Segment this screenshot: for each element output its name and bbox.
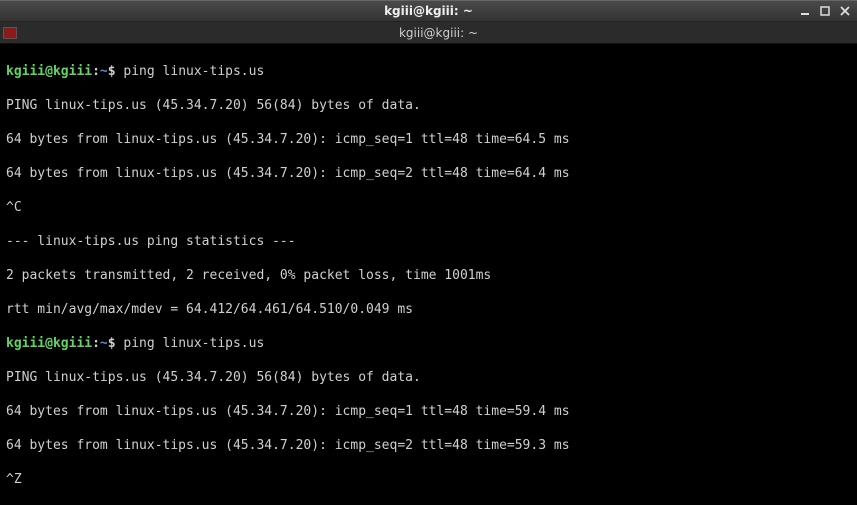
output-line: PING linux-tips.us (45.34.7.20) 56(84) b… [6,97,851,114]
prompt-dollar: $ [108,336,116,351]
output-line: rtt min/avg/max/mdev = 64.412/64.461/64.… [6,301,851,318]
prompt-colon: : [92,64,100,79]
window-controls [799,5,851,17]
minimize-button[interactable] [799,5,811,17]
window-titlebar: kgiii@kgiii: ~ [0,0,857,22]
output-line: ^C [6,199,851,216]
window-title: kgiii@kgiii: ~ [384,4,473,18]
prompt-dollar: $ [108,64,116,79]
output-line: 64 bytes from linux-tips.us (45.34.7.20)… [6,131,851,148]
tab-bar: kgiii@kgiii: ~ [0,22,857,44]
prompt-colon: : [92,336,100,351]
output-line: 64 bytes from linux-tips.us (45.34.7.20)… [6,403,851,420]
output-line: --- linux-tips.us ping statistics --- [6,233,851,250]
terminal-icon [3,27,17,39]
prompt-path: ~ [100,336,108,351]
output-line: 2 packets transmitted, 2 received, 0% pa… [6,267,851,284]
prompt-line: kgiii@kgiii:~$ ping linux-tips.us [6,335,851,352]
maximize-button[interactable] [819,5,831,17]
tab-icon [0,22,20,43]
terminal-viewport[interactable]: kgiii@kgiii:~$ ping linux-tips.us PING l… [0,44,857,505]
output-line: 64 bytes from linux-tips.us (45.34.7.20)… [6,437,851,454]
command-text: ping linux-tips.us [116,336,265,351]
output-line: 64 bytes from linux-tips.us (45.34.7.20)… [6,165,851,182]
command-text: ping linux-tips.us [116,64,265,79]
tab-label[interactable]: kgiii@kgiii: ~ [20,22,857,43]
prompt-user-host: kgiii@kgiii [6,64,92,79]
close-button[interactable] [839,5,851,17]
output-line: PING linux-tips.us (45.34.7.20) 56(84) b… [6,369,851,386]
prompt-user-host: kgiii@kgiii [6,336,92,351]
output-line: ^Z [6,471,851,488]
prompt-line: kgiii@kgiii:~$ ping linux-tips.us [6,63,851,80]
prompt-path: ~ [100,64,108,79]
